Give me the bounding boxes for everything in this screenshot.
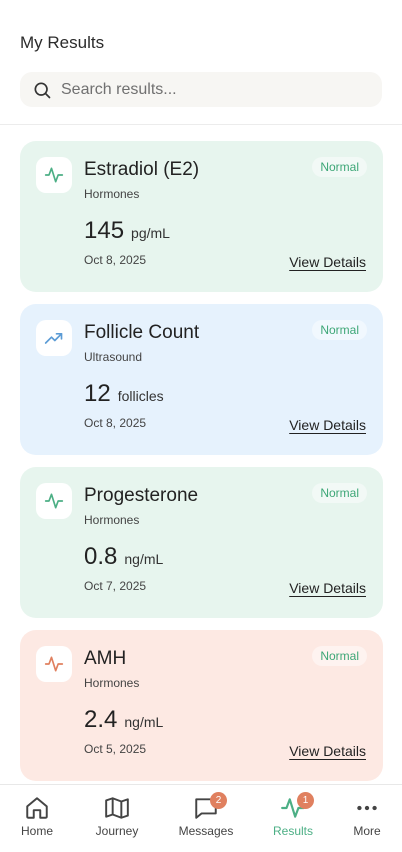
tab-label: Journey — [95, 824, 139, 838]
trending-up-icon — [44, 333, 63, 344]
result-category: Ultrasound — [84, 350, 143, 364]
status-badge: Normal — [312, 646, 367, 666]
tab-icon-wrap — [354, 795, 380, 821]
result-name: Progesterone — [84, 485, 199, 506]
result-card-estradiol[interactable]: Estradiol (E2) Hormones 145 pg/mL Oct 8,… — [20, 141, 383, 292]
result-category: Hormones — [84, 513, 140, 527]
tab-messages[interactable]: 2 Messages — [166, 785, 246, 852]
view-details-link[interactable]: View Details — [289, 580, 366, 596]
result-date: Oct 8, 2025 — [84, 253, 147, 267]
result-unit: ng/mL — [124, 551, 164, 567]
tab-label: Results — [272, 824, 313, 838]
result-date: Oct 7, 2025 — [84, 579, 147, 593]
tab-journey[interactable]: Journey — [77, 785, 157, 852]
result-unit: pg/mL — [131, 225, 170, 241]
tab-icon-wrap: 1 — [280, 792, 314, 821]
result-icon-box — [36, 320, 72, 356]
result-value-row: 2.4 ng/mL — [84, 706, 163, 734]
result-name: AMH — [84, 648, 127, 669]
activity-icon — [44, 656, 64, 672]
home-icon — [26, 797, 48, 819]
result-card-follicle-count[interactable]: Follicle Count Ultrasound 12 follicles O… — [20, 304, 383, 455]
tab-icon-wrap — [24, 795, 50, 821]
view-details-link[interactable]: View Details — [289, 254, 366, 270]
notification-badge: 1 — [297, 792, 314, 809]
result-card-amh[interactable]: AMH Hormones 2.4 ng/mL Oct 5, 2025 Norma… — [20, 630, 383, 781]
search-input[interactable] — [61, 80, 361, 99]
status-badge: Normal — [312, 483, 367, 503]
tab-label: Messages — [178, 824, 234, 838]
result-value: 2.4 — [84, 706, 118, 733]
tab-home[interactable]: Home — [0, 785, 77, 852]
result-value-row: 12 follicles — [84, 380, 164, 408]
result-value-row: 0.8 ng/mL — [84, 543, 163, 571]
status-badge: Normal — [312, 320, 367, 340]
result-value-row: 145 pg/mL — [84, 217, 170, 245]
activity-icon — [44, 167, 64, 183]
tab-label: Home — [20, 824, 53, 838]
notification-badge: 2 — [210, 792, 227, 809]
result-card-progesterone[interactable]: Progesterone Hormones 0.8 ng/mL Oct 7, 2… — [20, 467, 383, 618]
result-icon-box — [36, 483, 72, 519]
result-value: 0.8 — [84, 543, 118, 570]
more-icon — [357, 805, 377, 811]
result-unit: ng/mL — [124, 714, 164, 730]
view-details-link[interactable]: View Details — [289, 743, 366, 759]
search-icon — [34, 82, 51, 98]
result-icon-box — [36, 157, 72, 193]
bottom-tab-bar: Home Journey 2 Messages 1 Results More — [0, 784, 402, 852]
result-date: Oct 5, 2025 — [84, 742, 147, 756]
tab-icon-wrap: 2 — [193, 792, 227, 821]
result-unit: follicles — [117, 388, 164, 404]
tab-more[interactable]: More — [327, 785, 402, 852]
view-details-link[interactable]: View Details — [289, 417, 366, 433]
search-bar[interactable] — [20, 72, 382, 107]
result-category: Hormones — [84, 676, 140, 690]
tab-label: More — [353, 824, 381, 838]
tab-icon-wrap — [104, 795, 130, 821]
result-name: Follicle Count — [84, 322, 200, 343]
status-badge: Normal — [312, 157, 367, 177]
map-icon — [105, 797, 129, 819]
tab-results[interactable]: 1 Results — [253, 785, 333, 852]
result-value: 145 — [84, 217, 125, 244]
result-category: Hormones — [84, 187, 140, 201]
result-date: Oct 8, 2025 — [84, 416, 147, 430]
result-name: Estradiol (E2) — [84, 159, 200, 180]
results-list: Estradiol (E2) Hormones 145 pg/mL Oct 8,… — [20, 141, 383, 793]
page-title: My Results — [20, 33, 105, 52]
activity-icon — [44, 493, 64, 509]
result-icon-box — [36, 646, 72, 682]
result-value: 12 — [84, 380, 111, 407]
header: My Results — [0, 0, 402, 125]
results-screen: My Results Estradiol (E2) Hormones 145 p… — [0, 0, 402, 852]
